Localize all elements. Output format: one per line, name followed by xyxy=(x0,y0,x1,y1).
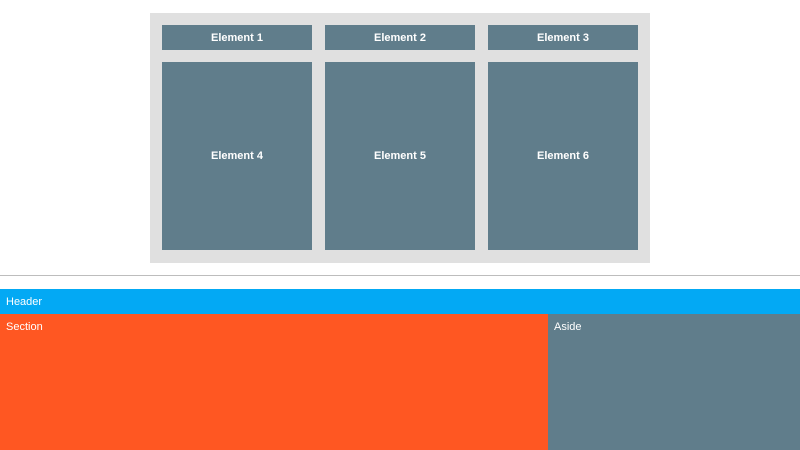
grid-element-5: Element 5 xyxy=(325,62,475,250)
header-block: Header xyxy=(0,289,800,314)
grid-element-1: Element 1 xyxy=(162,25,312,50)
aside-block: Aside xyxy=(548,314,800,450)
section-block: Section xyxy=(0,314,548,450)
grid-element-6: Element 6 xyxy=(488,62,638,250)
grid-element-2: Element 2 xyxy=(325,25,475,50)
grid-element-3: Element 3 xyxy=(488,25,638,50)
grid-element-4: Element 4 xyxy=(162,62,312,250)
aside-label: Aside xyxy=(554,321,582,333)
grid-container: Element 1 Element 2 Element 3 Element 4 … xyxy=(150,13,650,263)
section-label: Section xyxy=(6,321,43,333)
horizontal-divider xyxy=(0,275,800,276)
page-canvas: Element 1 Element 2 Element 3 Element 4 … xyxy=(0,0,800,450)
header-label: Header xyxy=(6,295,43,308)
